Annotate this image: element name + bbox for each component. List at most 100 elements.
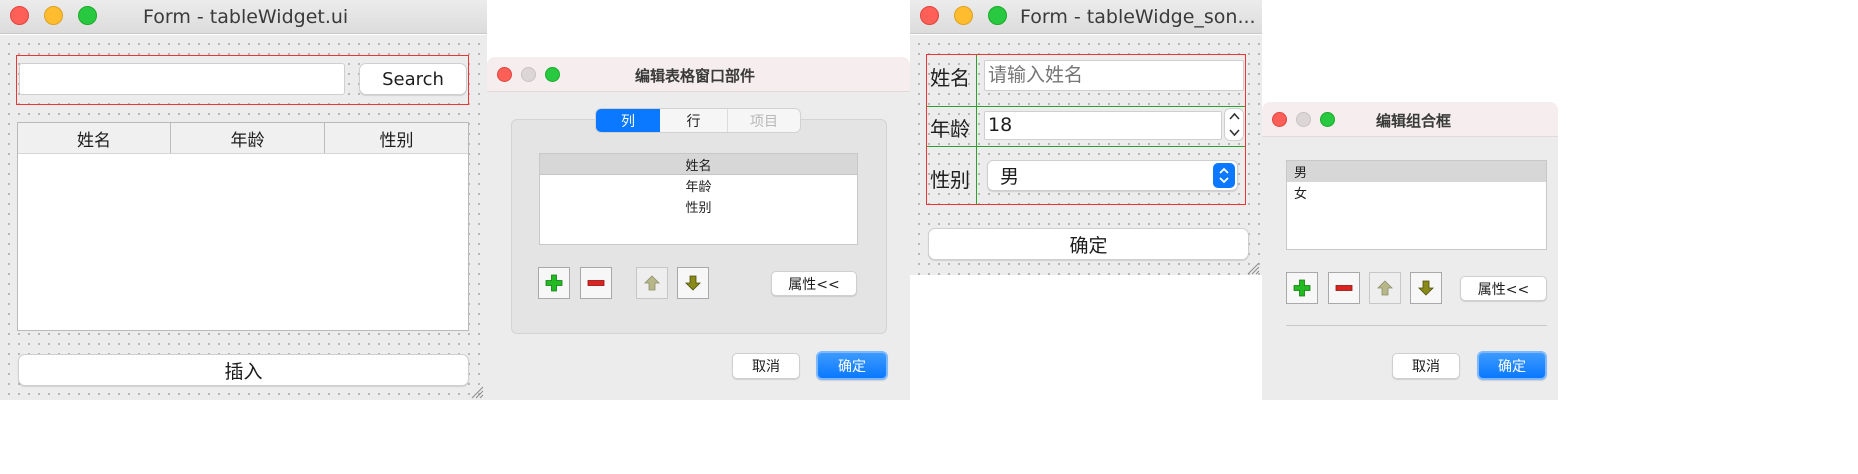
separator [1286, 325, 1547, 326]
age-label: 年龄 [930, 117, 970, 141]
tab-columns-label: 列 [621, 113, 635, 130]
title-bar: Form - tableWidget.ui [0, 0, 487, 34]
plus-icon [1293, 279, 1311, 297]
ok-button-label: 确定 [838, 358, 866, 375]
gender-combobox[interactable]: 男 [987, 160, 1238, 191]
list-item[interactable]: 姓名 [540, 154, 857, 175]
cancel-button[interactable]: 取消 [1392, 353, 1460, 379]
window-title: Form - tableWidge_son... [1020, 6, 1256, 28]
chevron-down-icon[interactable] [1229, 128, 1240, 137]
search-button[interactable]: Search [359, 63, 467, 95]
chevron-up-icon[interactable] [1229, 112, 1240, 121]
column-header-age-label: 年龄 [230, 130, 265, 151]
list-item[interactable]: 性别 [540, 196, 857, 217]
cancel-button[interactable]: 取消 [732, 353, 800, 379]
grid-divider [927, 146, 1245, 147]
title-bar: Form - tableWidge_son... [910, 0, 1262, 34]
name-input[interactable] [984, 60, 1244, 91]
plus-icon [545, 274, 563, 292]
list-item[interactable]: 年龄 [540, 175, 857, 196]
list-item[interactable]: 男 [1287, 161, 1546, 182]
list-item-label: 女 [1294, 187, 1308, 202]
age-spinbox[interactable]: 18 [984, 111, 1222, 140]
close-window-button[interactable] [10, 6, 29, 25]
confirm-button[interactable]: 确定 [928, 228, 1249, 260]
minimize-dialog-button [1296, 112, 1311, 127]
arrow-up-icon [1377, 280, 1393, 296]
ok-button-label: 确定 [1498, 358, 1526, 375]
form-tablewidget-son-window: Form - tableWidge_son... 姓名 年龄 18 性别 男 [910, 0, 1262, 275]
form-canvas: 姓名 年龄 18 性别 男 确定 [910, 35, 1262, 275]
list-item-label: 性别 [685, 201, 712, 216]
combo-item-list[interactable]: 男 女 [1286, 160, 1547, 250]
minus-icon [587, 280, 605, 286]
grid-divider [927, 106, 1245, 107]
tab-bar: 列 行 项目 [595, 108, 801, 133]
properties-button-label: 属性<< [1477, 281, 1530, 298]
zoom-window-button[interactable] [988, 6, 1007, 25]
properties-button[interactable]: 属性<< [771, 271, 857, 296]
remove-column-button[interactable] [580, 267, 612, 299]
age-stepper[interactable] [1224, 108, 1244, 141]
cancel-button-label: 取消 [752, 359, 780, 375]
close-dialog-button[interactable] [1272, 112, 1287, 127]
close-dialog-button[interactable] [497, 67, 512, 82]
insert-button-label: 插入 [224, 360, 263, 383]
list-item-label: 年龄 [685, 180, 712, 195]
tab-rows[interactable]: 行 [660, 109, 728, 132]
tab-items-label: 项目 [750, 113, 778, 130]
list-item[interactable]: 女 [1287, 182, 1546, 203]
gender-label: 性别 [930, 168, 970, 192]
title-bar: 编辑组合框 [1262, 102, 1558, 137]
select-arrows-icon [1213, 163, 1235, 188]
insert-button[interactable]: 插入 [18, 354, 469, 386]
properties-button[interactable]: 属性<< [1460, 276, 1547, 301]
list-item-label: 姓名 [685, 158, 712, 174]
tab-columns[interactable]: 列 [596, 109, 660, 132]
search-input[interactable] [19, 63, 345, 95]
column-list[interactable]: 姓名 年龄 性别 [539, 153, 858, 245]
list-item-label: 男 [1294, 166, 1308, 181]
gender-value: 男 [1000, 166, 1020, 188]
name-label: 姓名 [930, 66, 970, 90]
minus-icon [1335, 285, 1353, 291]
properties-button-label: 属性<< [788, 276, 840, 293]
age-value: 18 [988, 114, 1013, 136]
minimize-window-button[interactable] [954, 6, 973, 25]
remove-item-button[interactable] [1328, 272, 1360, 304]
arrow-up-icon [644, 275, 660, 291]
edit-combobox-dialog: 编辑组合框 男 女 属性<< 取消 确定 [1262, 102, 1558, 400]
move-up-button [1369, 272, 1401, 304]
minimize-dialog-button [521, 67, 536, 82]
title-bar: 编辑表格窗口部件 [487, 57, 910, 92]
confirm-button-label: 确定 [1069, 234, 1108, 257]
close-window-button[interactable] [920, 6, 939, 25]
ok-button[interactable]: 确定 [816, 351, 888, 380]
window-title: Form - tableWidget.ui [143, 6, 349, 28]
column-header-name[interactable]: 姓名 [18, 123, 171, 153]
move-up-button [636, 267, 668, 299]
zoom-window-button[interactable] [78, 6, 97, 25]
move-down-button[interactable] [1410, 272, 1442, 304]
ok-button[interactable]: 确定 [1477, 351, 1547, 380]
column-header-age[interactable]: 年龄 [171, 123, 325, 153]
cancel-button-label: 取消 [1412, 359, 1440, 375]
column-header-gender[interactable]: 性别 [325, 123, 468, 153]
tab-rows-label: 行 [686, 113, 701, 130]
column-header-name-label: 姓名 [77, 130, 111, 151]
form-tablewidget-window: Form - tableWidget.ui Search 姓名 年龄 性别 插入 [0, 0, 487, 400]
table-widget[interactable]: 姓名 年龄 性别 [17, 122, 469, 331]
tab-items: 项目 [728, 109, 800, 132]
search-button-label: Search [382, 68, 444, 90]
resize-grip-icon[interactable] [1246, 261, 1260, 275]
move-down-button[interactable] [677, 267, 709, 299]
grid-divider [976, 55, 977, 204]
dialog-title: 编辑表格窗口部件 [635, 67, 756, 85]
minimize-window-button[interactable] [44, 6, 63, 25]
arrow-down-icon [1418, 280, 1434, 296]
zoom-dialog-button[interactable] [545, 67, 560, 82]
zoom-dialog-button[interactable] [1320, 112, 1335, 127]
resize-grip-icon[interactable] [470, 385, 484, 399]
add-column-button[interactable] [538, 267, 570, 299]
add-item-button[interactable] [1286, 272, 1318, 304]
